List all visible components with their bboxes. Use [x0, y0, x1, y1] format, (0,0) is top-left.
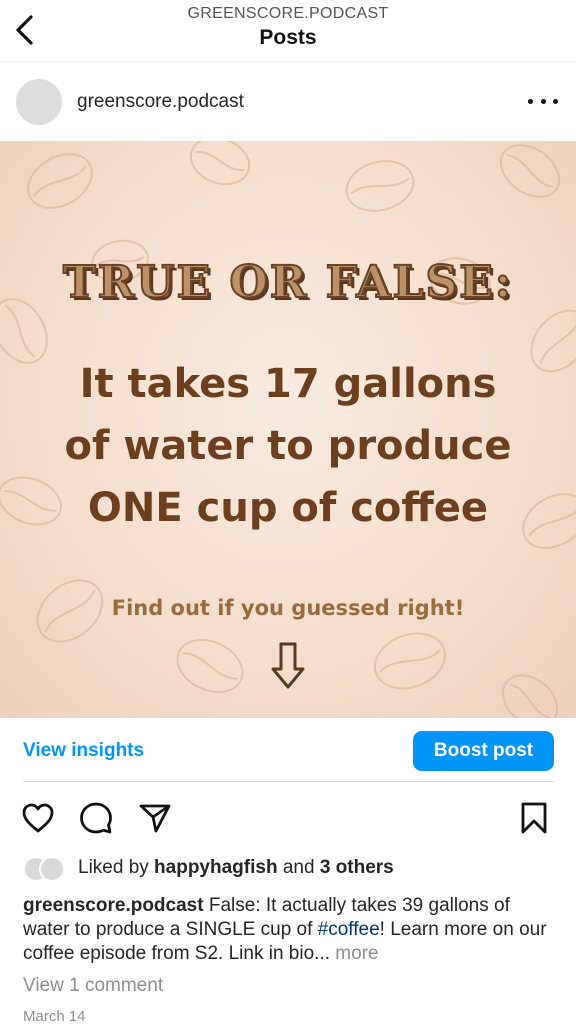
post-header: greenscore.podcast: [0, 63, 576, 141]
post-image[interactable]: TRUE OR FALSE: It takes 17 gallons of wa…: [0, 141, 576, 718]
comment-button[interactable]: [78, 798, 114, 838]
heart-icon: [22, 803, 54, 833]
post-actions: [0, 798, 576, 842]
image-cta-text: Find out if you guessed right!: [111, 596, 465, 620]
more-dot: [540, 98, 546, 104]
likes-middle: and: [277, 857, 320, 878]
insights-row: View insights Boost post: [23, 718, 554, 782]
caption-more-link[interactable]: more: [335, 943, 378, 964]
liker-avatars: [23, 856, 71, 882]
post-date: March 14: [23, 1008, 86, 1024]
image-body-line: It takes 17 gallons: [79, 361, 497, 407]
image-body-line: of water to produce: [64, 423, 512, 469]
likes-others[interactable]: 3 others: [320, 857, 394, 878]
caption-username[interactable]: greenscore.podcast: [23, 895, 204, 916]
view-insights-link[interactable]: View insights: [23, 740, 144, 762]
liker-username[interactable]: happyhagfish: [154, 857, 278, 878]
save-button[interactable]: [516, 798, 552, 838]
image-headline: TRUE OR FALSE:: [62, 256, 514, 309]
view-comments-link[interactable]: View 1 comment: [23, 975, 163, 997]
arrow-down-icon: [271, 642, 305, 689]
boost-post-button[interactable]: Boost post: [413, 731, 554, 771]
more-dot: [553, 98, 558, 104]
share-icon: [139, 804, 171, 833]
avatar[interactable]: [16, 79, 62, 125]
likes-prefix: Liked by: [78, 857, 155, 878]
more-horizontal-icon: [528, 98, 533, 104]
post-caption: greenscore.podcast False: It actually ta…: [23, 894, 558, 966]
avatar: [39, 856, 65, 882]
page-title: Posts: [259, 26, 317, 49]
caption-hashtag[interactable]: #coffee: [318, 919, 380, 940]
more-options-button[interactable]: [528, 91, 558, 111]
image-body-text: It takes 17 gallons of water to produce …: [0, 353, 576, 539]
top-nav-bar: GREENSCORE.PODCAST Posts: [0, 0, 576, 62]
post-author-username[interactable]: greenscore.podcast: [77, 91, 244, 113]
header-account-name: GREENSCORE.PODCAST: [187, 5, 389, 22]
share-button[interactable]: [137, 798, 173, 838]
bookmark-icon: [521, 802, 547, 834]
likes-text: Liked by happyhagfish and 3 others: [78, 857, 394, 879]
likes-summary[interactable]: Liked by happyhagfish and 3 others: [23, 854, 563, 882]
like-button[interactable]: [20, 798, 56, 838]
comment-icon: [80, 802, 112, 834]
image-body-line: ONE cup of coffee: [87, 485, 489, 531]
